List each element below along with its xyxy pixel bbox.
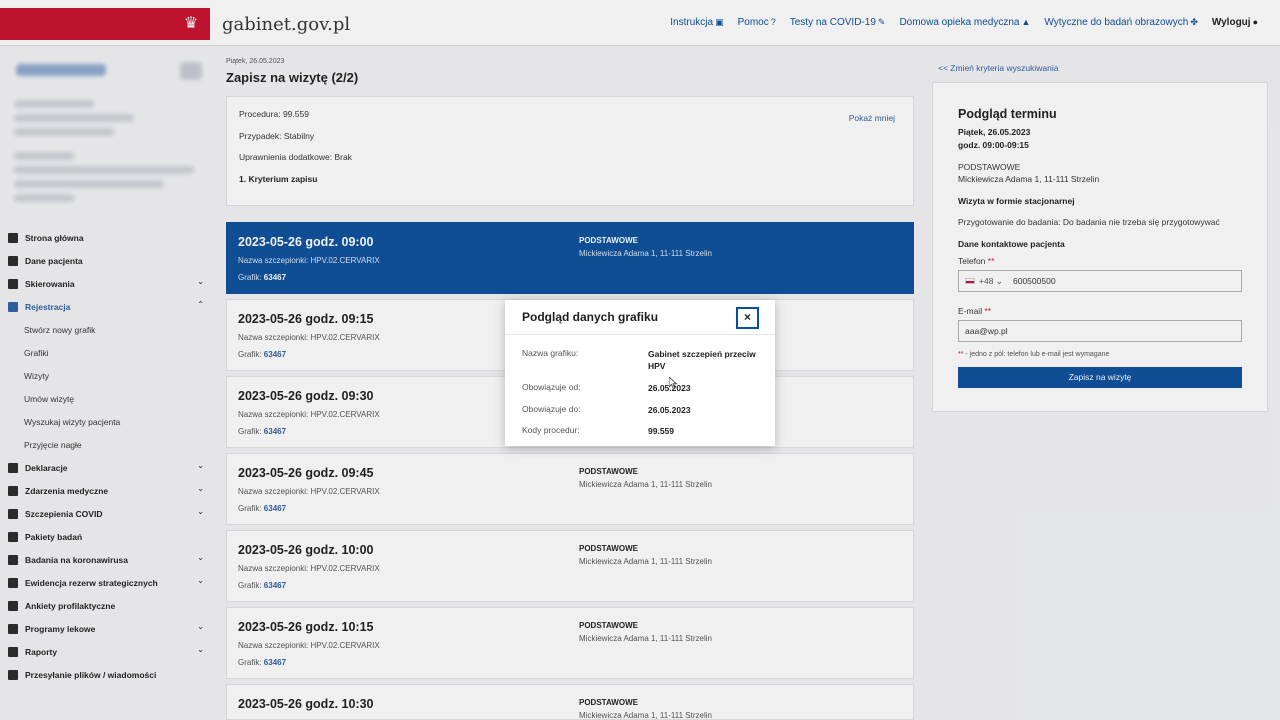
schedule-details-modal: Podgląd danych grafiku × Nazwa grafiku: … xyxy=(505,300,775,446)
modal-key: Obowiązuje od: xyxy=(522,382,581,392)
modal-value: Gabinet szczepień przeciw HPV xyxy=(648,349,756,371)
modal-key: Nazwa grafiku: xyxy=(522,348,579,358)
close-button[interactable]: × xyxy=(736,307,759,329)
close-icon: × xyxy=(743,310,751,324)
modal-title: Podgląd danych grafiku xyxy=(522,310,659,324)
modal-value: 26.05.2023 xyxy=(648,383,691,393)
modal-value: 26.05.2023 xyxy=(648,405,691,415)
modal-divider xyxy=(505,334,775,335)
mouse-cursor-icon xyxy=(669,377,677,389)
modal-key: Obowiązuje do: xyxy=(522,404,581,414)
modal-value: 99.559 xyxy=(648,426,674,436)
modal-key: Kody procedur: xyxy=(522,425,580,435)
